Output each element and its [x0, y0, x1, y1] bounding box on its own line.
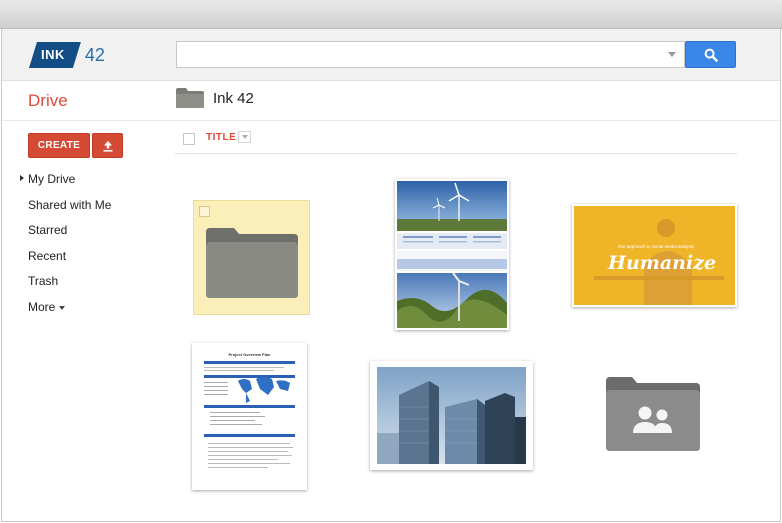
search-button[interactable]	[685, 41, 736, 68]
skyscraper-image-thumbnail	[377, 367, 526, 464]
list-header: TITLE	[175, 128, 737, 154]
sort-menu-button[interactable]	[238, 131, 251, 143]
grid-item-folder-selected[interactable]	[193, 200, 310, 315]
sidebar-item-my-drive[interactable]: My Drive	[20, 170, 111, 196]
sidebar-item-shared-with-me[interactable]: Shared with Me	[20, 196, 111, 222]
title-column-header[interactable]: TITLE	[206, 132, 236, 143]
presentation-subtitle: Our approach to social media analysis	[618, 244, 695, 249]
logo-badge: INK	[29, 42, 81, 68]
current-folder-name: Ink 42	[213, 89, 254, 107]
folder-icon	[176, 88, 204, 108]
sidebar-item-label: My Drive	[28, 172, 76, 186]
folder-icon	[206, 228, 298, 298]
sidebar-item-trash[interactable]: Trash	[20, 272, 111, 298]
search-icon	[704, 48, 718, 62]
sidebar-item-label: Starred	[28, 223, 68, 238]
search-input[interactable]	[177, 42, 657, 67]
top-header: INK 42	[2, 29, 780, 81]
search-box[interactable]	[176, 41, 685, 68]
sidebar-nav: My Drive Shared with Me Starred Recent T…	[20, 170, 111, 324]
grid-item-text-document[interactable]: Project Overview Plan	[192, 343, 307, 490]
grid-item-presentation[interactable]: Humanize Our approach to social media an…	[572, 204, 737, 307]
sidebar-item-label: Shared with Me	[28, 197, 112, 212]
divider	[2, 120, 780, 121]
sidebar-item-recent[interactable]: Recent	[20, 247, 111, 273]
browser-chrome	[0, 0, 782, 29]
grid-item-image[interactable]	[370, 361, 533, 470]
ink42-logo[interactable]: INK 42	[29, 42, 105, 68]
presentation-title: Humanize	[608, 252, 717, 274]
sidebar-item-label: Recent	[28, 248, 67, 263]
presentation-thumbnail: Humanize Our approach to social media an…	[574, 206, 735, 305]
logo-number: 42	[84, 44, 105, 65]
upload-icon	[103, 140, 112, 152]
sidebar-item-starred[interactable]: Starred	[20, 221, 111, 247]
grid-item-photo-document[interactable]	[395, 179, 509, 330]
search-options-chevron-icon[interactable]	[668, 52, 676, 57]
grid-item-shared-folder[interactable]	[604, 375, 702, 452]
create-button[interactable]: CREATE	[28, 133, 90, 158]
chevron-down-icon	[59, 305, 66, 310]
sidebar-item-label: Trash	[28, 274, 59, 289]
sidebar-item-label: More	[28, 299, 56, 314]
app-title[interactable]: Drive	[28, 91, 68, 111]
item-checkbox[interactable]	[199, 206, 210, 217]
app-window: INK 42 Drive Ink 42 CREATE My Drive Shar…	[1, 29, 781, 522]
chevron-down-icon	[241, 135, 248, 139]
shared-folder-icon	[606, 377, 700, 451]
sidebar-item-more[interactable]: More	[20, 298, 111, 324]
wind-turbine-thumbnail	[397, 181, 507, 328]
document-page-thumbnail	[204, 361, 295, 468]
breadcrumb: Ink 42	[175, 87, 254, 109]
document-heading: Project Overview Plan	[228, 352, 271, 357]
select-all-checkbox[interactable]	[183, 133, 195, 145]
upload-button[interactable]	[92, 133, 123, 158]
